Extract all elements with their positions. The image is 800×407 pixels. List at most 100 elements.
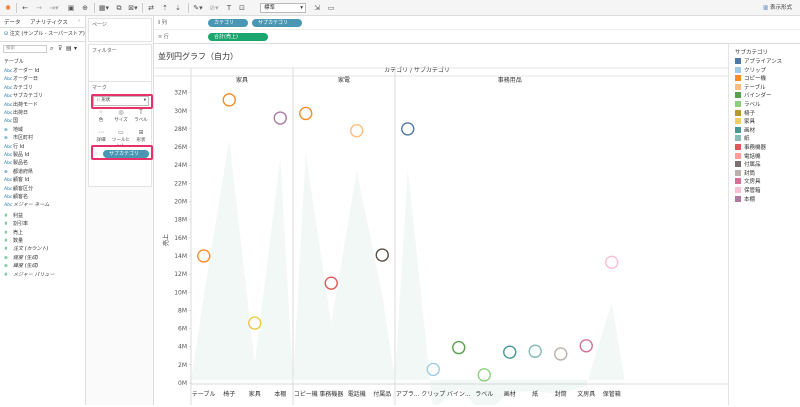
legend-item[interactable]: 画材 [735, 126, 755, 135]
new-datasource-icon[interactable]: ⊕ [80, 3, 90, 13]
duplicate-icon[interactable]: ⧉ [114, 3, 124, 13]
measure-field[interactable]: # 売上 [4, 230, 23, 237]
y-tick-label: 10M [174, 289, 187, 296]
detail-button[interactable]: ⋯ 詳細 [91, 129, 111, 145]
tab-data[interactable]: データ [4, 18, 21, 26]
filter-icon[interactable]: ⊽ [58, 45, 62, 52]
measure-field[interactable]: # 利益 [4, 213, 23, 220]
save-icon[interactable]: ▣ [66, 3, 76, 13]
legend-label: クリップ [744, 67, 767, 74]
legend-item[interactable]: 保管箱 [735, 187, 761, 195]
legend-swatch [735, 135, 741, 142]
field-name: オーダー日 [13, 76, 39, 83]
fit-value: 標準 [264, 5, 276, 11]
view-icon[interactable]: ▤ [66, 45, 72, 52]
field-name: 注文 (カウント) [13, 246, 49, 253]
show-me-label: 表示形式 [769, 5, 792, 11]
group-icon[interactable]: ⊘▾ [208, 3, 220, 13]
columns-pill-category[interactable]: カテゴリ [208, 19, 248, 27]
dimension-field[interactable]: Abcオーダー Id [4, 68, 39, 75]
legend-item[interactable]: 本棚 [735, 195, 755, 204]
measure-field[interactable]: ⊕ 緯度 (生成) [4, 263, 39, 270]
redo-icon[interactable]: → [34, 3, 44, 13]
legend-item[interactable]: 家具 [735, 118, 755, 126]
dimension-field[interactable]: Abc顧客名 [4, 194, 28, 201]
swap-icon[interactable]: ⇄ [146, 3, 156, 13]
tooltip-button[interactable]: ▭ ツールヒント [111, 129, 131, 149]
fit-icon[interactable]: ⇲ [312, 3, 322, 13]
dimension-field[interactable]: Abcオーダー日 [4, 76, 38, 83]
search-input[interactable]: 検索 [3, 45, 47, 53]
menu-chevron-icon[interactable]: ▾ [74, 45, 77, 52]
highlight-icon[interactable]: ✎▾ [192, 3, 204, 13]
undo-icon[interactable]: ← [20, 3, 30, 13]
dimension-field[interactable]: ⊕ 地域 [4, 127, 23, 134]
columns-pill-subcategory[interactable]: サブカテゴリ [252, 19, 302, 27]
tab-analytics[interactable]: アナリティクス [30, 18, 68, 26]
legend-label: アプライアンス [744, 59, 783, 65]
clear-icon[interactable]: ⊠▾ [127, 3, 139, 13]
text-type-icon: Abc [4, 119, 13, 125]
legend-item[interactable]: コピー機 [735, 75, 766, 83]
legend-item[interactable]: 事務機器 [735, 144, 766, 152]
measure-field[interactable]: # 割引率 [4, 221, 28, 228]
tooltip-icon: ▭ [118, 129, 124, 136]
legend-item[interactable]: 電話機 [735, 152, 761, 161]
size-button[interactable]: ◎ サイズ [111, 109, 131, 125]
dimension-field[interactable]: Abc製品名 [4, 160, 28, 167]
dimension-field[interactable]: ⊕ 都道府県 [4, 169, 33, 176]
sort-ascending-icon[interactable]: ⇡ [160, 3, 170, 13]
show-me-button[interactable]: ▥ 表示形式 [763, 3, 792, 13]
field-name: 売上 [13, 229, 24, 236]
dimension-field[interactable]: Abc顧客区分 [4, 186, 33, 193]
dimension-field[interactable]: Abcサブカテゴリ [4, 93, 43, 100]
legend-item[interactable]: 文房具 [735, 178, 761, 186]
columns-shelf[interactable]: ⦀ 列 カテゴリ サブカテゴリ [154, 16, 800, 30]
legend-item[interactable]: アプライアンス [735, 58, 782, 66]
legend-item[interactable]: テーブル [735, 83, 766, 92]
number-icon: # [4, 239, 8, 244]
dimension-field[interactable]: Abc行 Id [4, 144, 24, 151]
legend-label: 紙 [744, 136, 750, 143]
fix-axes-icon[interactable]: ⊡ [237, 3, 247, 13]
text-type-icon: Abc [4, 85, 13, 91]
legend-item[interactable]: 付属品 [735, 161, 761, 169]
presentation-icon[interactable]: ▭ [326, 3, 336, 13]
y-tick-label: 16M [174, 235, 187, 242]
measure-field[interactable]: # 注文 (カウント) [4, 246, 49, 253]
rows-shelf[interactable]: ≡ 行 合計(売上) [154, 30, 800, 44]
dimension-field[interactable]: Abc国 [4, 118, 18, 125]
number-icon: # [4, 230, 8, 236]
collapse-icon[interactable]: ‹ [78, 18, 80, 24]
legend-item[interactable]: 椅子 [735, 109, 755, 118]
measure-field[interactable]: # メジャー バリュー [4, 272, 54, 279]
legend-item[interactable]: ラベル [735, 101, 761, 109]
fit-dropdown[interactable]: 標準 ▾ [260, 3, 306, 13]
redo-dropdown-icon[interactable]: ⇥▾ [48, 3, 60, 13]
dimension-field[interactable]: Abc出荷モード [4, 102, 38, 109]
measure-field[interactable]: ⊕ 経度 (生成) [4, 255, 39, 262]
label-button[interactable]: T ラベル [131, 109, 151, 125]
label-icon[interactable]: T [224, 3, 234, 13]
legend-item[interactable]: 封筒 [735, 169, 755, 178]
y-tick-label: 30M [174, 108, 187, 115]
dimension-field[interactable]: Abc顧客 Id [4, 177, 29, 184]
measure-field[interactable]: # 数量 [4, 238, 23, 245]
color-button[interactable]: ⁘ 色 [91, 109, 111, 125]
dimension-field[interactable]: Abcメジャー ネーム [4, 202, 49, 209]
dimension-field[interactable]: Abc出荷日 [4, 110, 28, 117]
dimension-field[interactable]: Abcカテゴリ [4, 85, 33, 92]
pages-card[interactable]: ページ [88, 18, 152, 42]
new-worksheet-icon[interactable]: ▦▾ [98, 3, 110, 13]
dimension-field[interactable]: Abc製品 Id [4, 152, 29, 159]
legend-item[interactable]: バインダー [735, 92, 772, 100]
text-type-icon: Abc [4, 69, 13, 74]
search-icon[interactable]: ⌕ [50, 45, 53, 53]
rows-pill-sum-sales[interactable]: 合計(売上) [208, 33, 268, 41]
legend-item[interactable]: 紙 [735, 135, 750, 143]
datasource-item[interactable]: ⛁ 注文 (サンプル - スーパーストア) [4, 30, 85, 37]
dimension-field[interactable]: ⊕ 市区町村 [4, 135, 33, 142]
legend-item[interactable]: クリップ [735, 66, 767, 75]
sort-descending-icon[interactable]: ⇣ [173, 3, 183, 13]
shape-button[interactable]: ⊞ 形状 [131, 129, 151, 145]
